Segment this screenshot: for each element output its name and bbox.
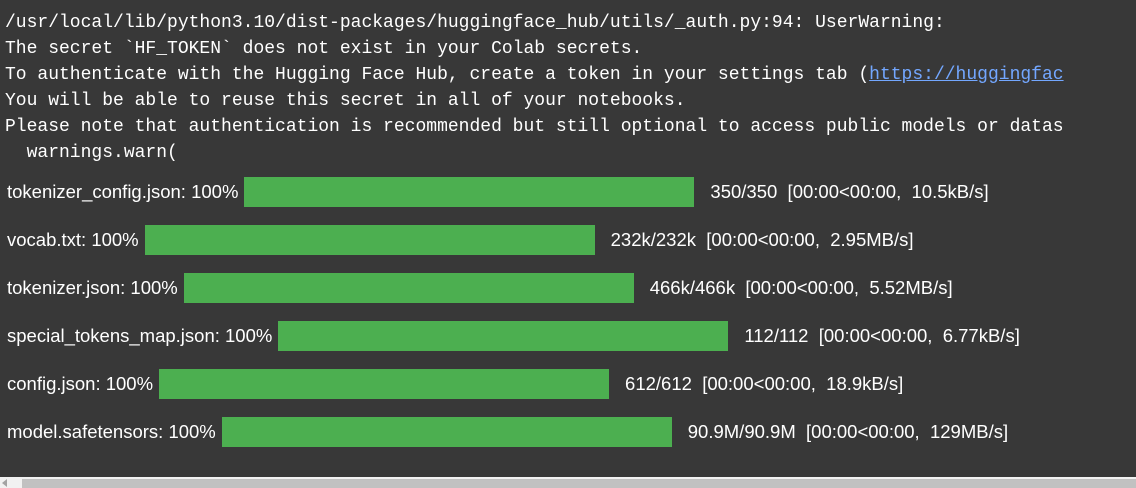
- progress-bar: [183, 273, 634, 303]
- progress-bar-fill: [183, 273, 634, 303]
- progress-label: special_tokens_map.json: 100%: [7, 325, 273, 346]
- progress-row: config.json: 100% 612/612 [00:00<00:00, …: [7, 360, 1020, 408]
- warning-line: The secret `HF_TOKEN` does not exist in …: [5, 39, 643, 59]
- progress-bar: [278, 321, 729, 351]
- progress-stats: 90.9M/90.9M [00:00<00:00, 129MB/s]: [687, 421, 1009, 442]
- download-progress-list: tokenizer_config.json: 100% 350/350 [00:…: [7, 168, 1020, 456]
- progress-label: tokenizer.json: 100%: [7, 277, 178, 298]
- progress-bar-fill: [144, 225, 595, 255]
- settings-tokens-link[interactable]: https://huggingfac: [869, 65, 1063, 85]
- warning-line: You will be able to reuse this secret in…: [5, 91, 686, 111]
- warning-line: /usr/local/lib/python3.10/dist-packages/…: [5, 13, 945, 33]
- cell-output: /usr/local/lib/python3.10/dist-packages/…: [0, 0, 1136, 477]
- progress-label: vocab.txt: 100%: [7, 229, 139, 250]
- progress-label: config.json: 100%: [7, 373, 154, 394]
- progress-stats: 466k/466k [00:00<00:00, 5.52MB/s]: [649, 277, 953, 298]
- progress-row: tokenizer.json: 100% 466k/466k [00:00<00…: [7, 264, 1020, 312]
- scroll-left-arrow-icon[interactable]: [2, 479, 7, 487]
- scrollbar-thumb[interactable]: [22, 479, 1136, 488]
- progress-bar: [244, 177, 695, 207]
- progress-stats: 350/350 [00:00<00:00, 10.5kB/s]: [710, 181, 989, 202]
- horizontal-scrollbar[interactable]: [0, 477, 1136, 488]
- progress-label: model.safetensors: 100%: [7, 421, 216, 442]
- warning-line: Please note that authentication is recom…: [5, 117, 1064, 137]
- progress-bar: [221, 417, 672, 447]
- progress-bar-fill: [278, 321, 729, 351]
- warning-line: warnings.warn(: [5, 143, 178, 163]
- progress-label: tokenizer_config.json: 100%: [7, 181, 239, 202]
- progress-bar-fill: [221, 417, 672, 447]
- progress-bar: [144, 225, 595, 255]
- progress-bar-fill: [159, 369, 610, 399]
- progress-bar-fill: [244, 177, 695, 207]
- progress-stats: 232k/232k [00:00<00:00, 2.95MB/s]: [610, 229, 914, 250]
- progress-row: special_tokens_map.json: 100% 112/112 [0…: [7, 312, 1020, 360]
- warning-line-text: To authenticate with the Hugging Face Hu…: [5, 65, 870, 85]
- progress-stats: 112/112 [00:00<00:00, 6.77kB/s]: [744, 325, 1020, 346]
- progress-row: vocab.txt: 100% 232k/232k [00:00<00:00, …: [7, 216, 1020, 264]
- stderr-warning: /usr/local/lib/python3.10/dist-packages/…: [5, 10, 1064, 166]
- progress-bar: [159, 369, 610, 399]
- progress-row: model.safetensors: 100% 90.9M/90.9M [00:…: [7, 408, 1020, 456]
- progress-row: tokenizer_config.json: 100% 350/350 [00:…: [7, 168, 1020, 216]
- progress-stats: 612/612 [00:00<00:00, 18.9kB/s]: [625, 373, 904, 394]
- warning-line: To authenticate with the Hugging Face Hu…: [5, 62, 1064, 88]
